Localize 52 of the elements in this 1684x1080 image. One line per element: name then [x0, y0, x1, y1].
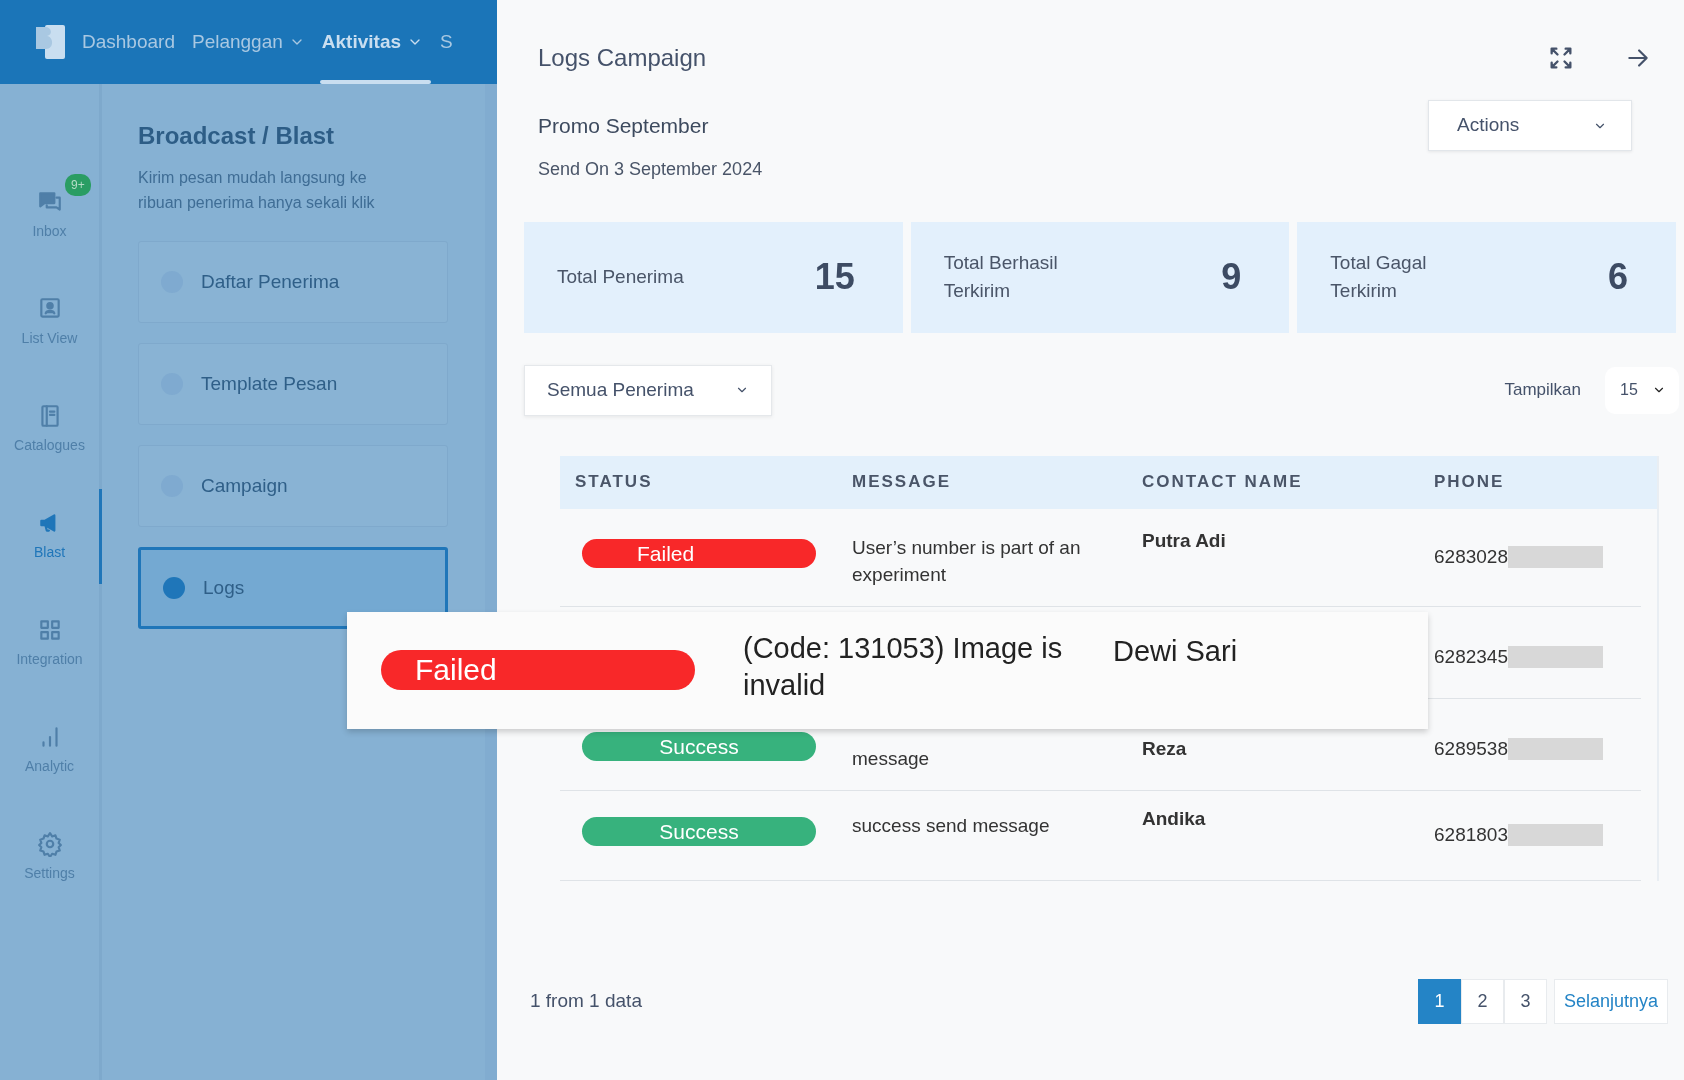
contact-name: Dewi Sari	[1112, 634, 1238, 669]
stat-label: Total Gagal Terkirim	[1330, 251, 1428, 303]
nav-link[interactable]: Pelanggan	[191, 0, 305, 84]
page-button[interactable]: 3	[1503, 978, 1547, 1024]
status-badge: Success	[582, 731, 816, 761]
nav-link[interactable]: S	[440, 0, 453, 84]
message-text: message	[852, 746, 931, 771]
column-header: CONTACT NAME	[1142, 471, 1304, 494]
menu-card[interactable]: Daftar Penerima	[138, 240, 448, 323]
expand-icon	[1547, 44, 1575, 72]
stat-label: Total Berhasil Terkirim	[943, 251, 1059, 303]
message-text: (Code: 131053) Image is invalid	[743, 631, 1064, 703]
phone-number: 6282345	[1434, 645, 1508, 667]
section-description: Kirim pesan mudah langsung ke ribuan penerima hanya sekali klik	[138, 167, 376, 213]
column-header: PHONE	[1434, 471, 1506, 494]
stat-label: Total Penerima	[557, 265, 685, 289]
stat-value: 6	[1608, 255, 1628, 299]
status-badge: Failed	[582, 538, 816, 568]
nav-link[interactable]: Dashboard	[82, 0, 175, 84]
notification-badge: 9+	[65, 174, 91, 196]
sent-date: Send On 3 September 2024	[538, 157, 763, 181]
menu-card[interactable]: Template Pesan	[138, 342, 448, 425]
next-page-button[interactable]: Selanjutnya	[1553, 978, 1668, 1024]
stat-value: 15	[814, 255, 855, 299]
status-badge: Failed	[381, 650, 695, 690]
page-button[interactable]: 1	[1417, 978, 1461, 1024]
status-dot	[163, 576, 185, 599]
phone-number: 6289538	[1434, 737, 1508, 759]
phone-number: 6283028	[1434, 545, 1508, 567]
filter-dropdown[interactable]: Semua Penerima	[524, 364, 772, 416]
campaign-name: Promo September	[538, 113, 710, 139]
column-header: STATUS	[574, 471, 654, 494]
contact-name: Andika	[1142, 807, 1206, 829]
logo-icon	[35, 25, 65, 59]
status-badge: Success	[582, 816, 816, 846]
message-text: User’s number is part of an experiment	[852, 535, 1082, 587]
page-button[interactable]: 2	[1460, 978, 1504, 1024]
panel-title: Logs Campaign	[538, 43, 707, 73]
contact-name: Reza	[1142, 737, 1187, 759]
actions-dropdown[interactable]: Actions	[1428, 100, 1632, 151]
column-header: MESSAGE	[852, 471, 953, 494]
settings-icon	[36, 831, 63, 857]
contact-name: Putra Adi	[1142, 529, 1226, 551]
page-size-label: Tampilkan	[1504, 379, 1581, 402]
menu-card[interactable]: Campaign	[138, 444, 448, 527]
stat-value: 9	[1221, 255, 1242, 299]
data-summary: 1 from 1 data	[530, 988, 642, 1013]
phone-number: 6281803	[1434, 823, 1508, 845]
page-size-select[interactable]: 15	[1605, 366, 1679, 414]
message-text: success send message	[852, 813, 1051, 838]
section-title: Broadcast / Blast	[138, 122, 336, 151]
menu-card[interactable]: Logs	[138, 546, 448, 629]
